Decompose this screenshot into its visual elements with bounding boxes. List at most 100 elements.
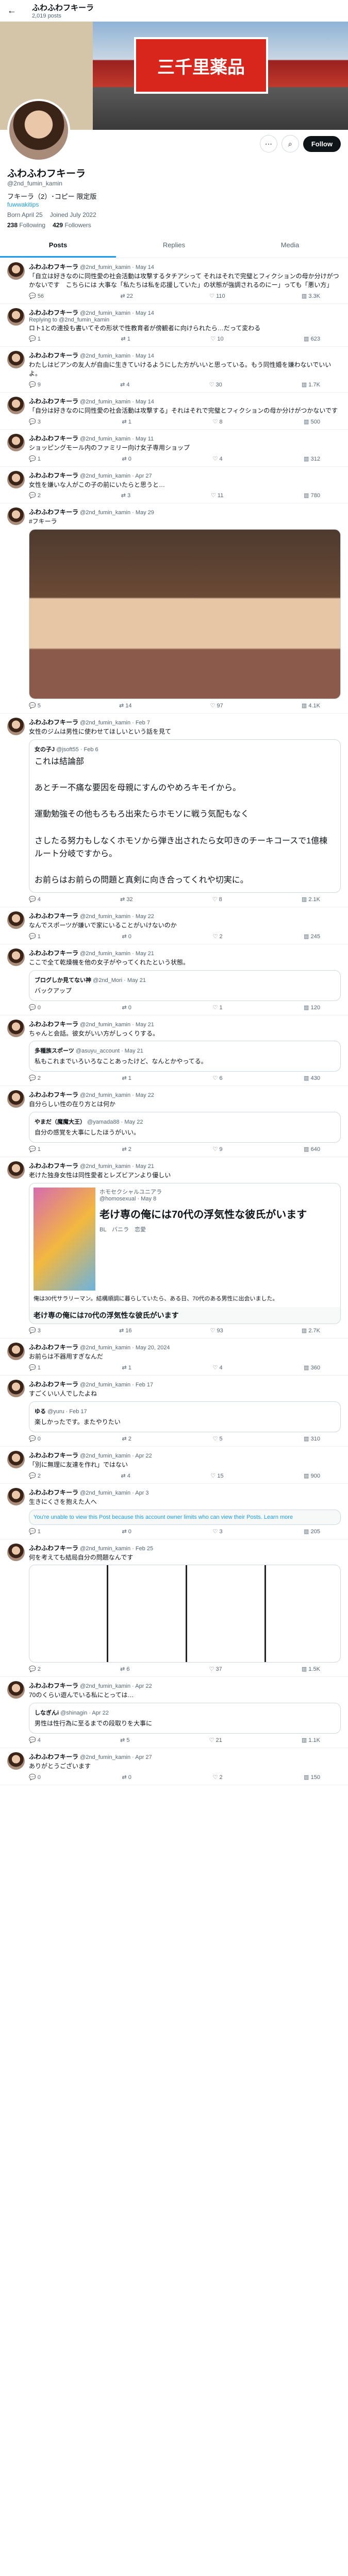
like-button[interactable]: ♡ 2 (213, 1774, 223, 1781)
tweet-avatar[interactable] (7, 1752, 25, 1770)
retweet-button[interactable]: ⇄ 4 (121, 1472, 130, 1479)
back-arrow-icon[interactable]: ← (7, 5, 20, 16)
views-button[interactable]: ▥ 4.1K (302, 702, 320, 709)
tab-media[interactable]: Media (232, 234, 348, 258)
like-button[interactable]: ♡ 8 (213, 418, 223, 425)
reply-button[interactable]: 💬 2 (29, 492, 41, 499)
tweet-author[interactable]: ふわふわフキーラ (29, 1489, 78, 1496)
reply-button[interactable]: 💬 1 (29, 1146, 41, 1153)
tweet[interactable]: ふわふわフキーラ @2nd_fumin_kamin · May 14 わたしはビア… (0, 347, 348, 393)
tweet[interactable]: ふわふわフキーラ @2nd_fumin_kamin · May 14 「自分は好き… (0, 393, 348, 430)
quoted-tweet[interactable]: 多種族スポーツ @asuyu_account · May 21 私もこれまでいろい… (29, 1041, 341, 1072)
views-button[interactable]: ▥ 2.1K (302, 896, 320, 903)
like-button[interactable]: ♡ 2 (213, 933, 223, 940)
reply-button[interactable]: 💬 1 (29, 1364, 41, 1371)
tweet-avatar[interactable] (7, 351, 25, 369)
tweet-avatar[interactable] (7, 1343, 25, 1361)
views-button[interactable]: ▥ 312 (304, 455, 320, 462)
retweet-button[interactable]: ⇄ 0 (122, 1774, 131, 1781)
like-button[interactable]: ♡ 21 (209, 1737, 222, 1743)
tweet-avatar[interactable] (7, 1450, 25, 1468)
reply-button[interactable]: 💬 0 (29, 1004, 41, 1011)
tweet-author[interactable]: ふわふわフキーラ (29, 950, 78, 957)
retweet-button[interactable]: ⇄ 0 (122, 1528, 131, 1535)
tweet-author[interactable]: ふわふわフキーラ (29, 1091, 78, 1098)
tweet-avatar[interactable] (7, 1543, 25, 1561)
tweet[interactable]: ふわふわフキーラ @2nd_fumin_kamin · May 14 Replyi… (0, 304, 348, 347)
tab-posts[interactable]: Posts (0, 234, 116, 258)
tweet-avatar[interactable] (7, 1487, 25, 1505)
tweet-author[interactable]: ふわふわフキーラ (29, 309, 78, 316)
views-button[interactable]: ▥ 3.3K (302, 293, 320, 299)
tweet-avatar[interactable] (7, 262, 25, 280)
quoted-tweet[interactable]: ゆる @yuru · Feb 17 楽しかったです。またやりたい (29, 1401, 341, 1432)
tweet-author[interactable]: ふわふわフキーラ (29, 1545, 78, 1552)
tweet-author[interactable]: ふわふわフキーラ (29, 719, 78, 726)
tweet-image[interactable] (29, 529, 341, 700)
views-button[interactable]: ▥ 2.7K (302, 1327, 320, 1334)
views-button[interactable]: ▥ 623 (304, 335, 320, 342)
like-button[interactable]: ♡ 11 (211, 492, 223, 499)
tweet-author[interactable]: ふわふわフキーラ (29, 1753, 78, 1760)
reply-button[interactable]: 💬 2 (29, 1075, 41, 1081)
views-button[interactable]: ▥ 120 (304, 1004, 320, 1011)
retweet-button[interactable]: ⇄ 5 (120, 1737, 129, 1743)
tab-replies[interactable]: Replies (116, 234, 232, 258)
retweet-button[interactable]: ⇄ 3 (121, 492, 130, 499)
quoted-tweet[interactable]: ブログしか見てない神 @2nd_Mori · May 21 バックアップ (29, 970, 341, 1001)
tweet-avatar[interactable] (7, 470, 25, 488)
like-button[interactable]: ♡ 15 (210, 1472, 223, 1479)
retweet-button[interactable]: ⇄ 6 (120, 1666, 129, 1672)
views-button[interactable]: ▥ 205 (304, 1528, 320, 1535)
tweet-avatar[interactable] (7, 948, 25, 966)
quoted-tweet[interactable]: やまだ（魔魔大王） @yamada88 · May 22 自分の感覚を大事にしたほ… (29, 1112, 341, 1143)
retweet-button[interactable]: ⇄ 32 (120, 896, 133, 903)
following-count[interactable]: 238 Following (7, 222, 45, 229)
tweet-author[interactable]: ふわふわフキーラ (29, 1381, 78, 1388)
tweet[interactable]: ふわふわフキーラ @2nd_fumin_kamin · May 22 なんでスポー… (0, 907, 348, 944)
retweet-button[interactable]: ⇄ 0 (122, 455, 131, 462)
tweet[interactable]: ふわふわフキーラ @2nd_fumin_kamin · Apr 27 ありがとうご… (0, 1748, 348, 1785)
views-button[interactable]: ▥ 1.7K (302, 381, 320, 388)
follow-button[interactable]: Follow (303, 135, 341, 152)
search-icon[interactable]: ⌕ (281, 135, 299, 152)
tweet[interactable]: ふわふわフキーラ @2nd_fumin_kamin · May 21 ちゃんと会話… (0, 1015, 348, 1087)
tweet-author[interactable]: ふわふわフキーラ (29, 1682, 78, 1689)
tweet-author[interactable]: ふわふわフキーラ (29, 1452, 78, 1459)
retweet-button[interactable]: ⇄ 0 (122, 1004, 131, 1011)
views-button[interactable]: ▥ 500 (304, 418, 320, 425)
manga-card[interactable]: ホモセクシャルユニアラ @homosexual · May 8 老け専の俺には70代… (29, 1182, 341, 1325)
like-button[interactable]: ♡ 4 (213, 455, 223, 462)
reply-button[interactable]: 💬 9 (29, 381, 41, 388)
views-button[interactable]: ▥ 1.5K (302, 1666, 320, 1672)
more-icon[interactable]: ⋯ (259, 135, 277, 152)
like-button[interactable]: ♡ 97 (210, 702, 223, 709)
like-button[interactable]: ♡ 3 (213, 1528, 223, 1535)
tweet-author[interactable]: ふわふわフキーラ (29, 472, 78, 479)
like-button[interactable]: ♡ 93 (210, 1327, 223, 1334)
tweet[interactable]: ふわふわフキーラ @2nd_fumin_kamin · May 11 ショッピング… (0, 430, 348, 467)
like-button[interactable]: ♡ 30 (209, 381, 222, 388)
tweet-author[interactable]: ふわふわフキーラ (29, 509, 78, 516)
retweet-button[interactable]: ⇄ 2 (122, 1435, 131, 1442)
reply-button[interactable]: 💬 1 (29, 933, 41, 940)
profile-avatar[interactable] (7, 99, 70, 162)
tweet-author[interactable]: ふわふわフキーラ (29, 435, 78, 442)
tweet-avatar[interactable] (7, 1380, 25, 1398)
retweet-button[interactable]: ⇄ 1 (121, 335, 130, 342)
retweet-button[interactable]: ⇄ 2 (122, 1146, 131, 1153)
tweet-author[interactable]: ふわふわフキーラ (29, 912, 78, 920)
like-button[interactable]: ♡ 5 (213, 1435, 223, 1442)
tweet-author[interactable]: ふわふわフキーラ (29, 263, 78, 270)
tweet[interactable]: ふわふわフキーラ @2nd_fumin_kamin · Apr 3 生きにくさを抱… (0, 1484, 348, 1539)
tweet-author[interactable]: ふわふわフキーラ (29, 1162, 78, 1170)
retweet-button[interactable]: ⇄ 0 (122, 933, 131, 940)
retweet-button[interactable]: ⇄ 1 (122, 418, 131, 425)
views-button[interactable]: ▥ 310 (304, 1435, 320, 1442)
learn-more-link[interactable]: Learn more (264, 1514, 293, 1520)
reply-button[interactable]: 💬 1 (29, 1528, 41, 1535)
reply-button[interactable]: 💬 0 (29, 1435, 41, 1442)
tweet-author[interactable]: ふわふわフキーラ (29, 1344, 78, 1351)
tweet-avatar[interactable] (7, 396, 25, 414)
tweet-author[interactable]: ふわふわフキーラ (29, 398, 78, 405)
